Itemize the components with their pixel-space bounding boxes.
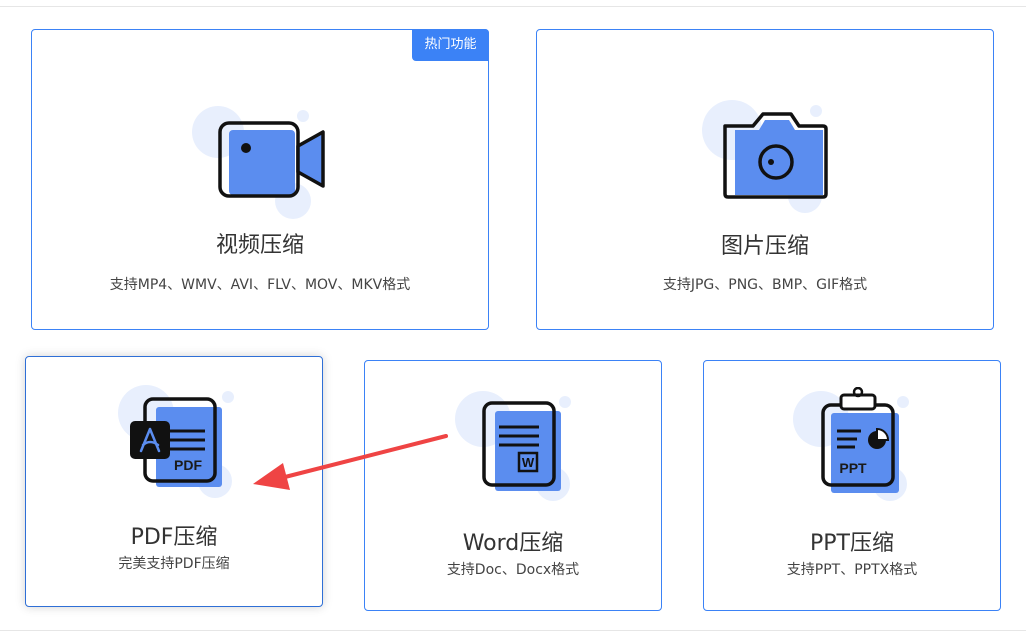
image-compress-desc: 支持JPG、PNG、BMP、GIF格式 — [662, 277, 868, 293]
video-compress-card[interactable]: 热门功能 视频压缩 支持MP4、WMV、AVI、FLV、MOV、MKV格式 — [31, 29, 489, 330]
pdf-compress-card[interactable]: PDF PDF压缩 完美支持PDF压缩 — [25, 356, 323, 607]
word-compress-desc: 支持Doc、Docx格式 — [446, 562, 580, 578]
ppt-compress-desc: 支持PPT、PPTX格式 — [786, 562, 918, 578]
pdf-file-icon: PDF — [118, 385, 234, 498]
video-camera-icon — [192, 106, 325, 219]
top-divider — [0, 6, 1026, 7]
hot-feature-badge: 热门功能 — [412, 29, 489, 61]
image-compress-title: 图片压缩 — [720, 234, 809, 259]
camera-icon — [702, 100, 828, 213]
video-compress-desc: 支持MP4、WMV、AVI、FLV、MOV、MKV格式 — [109, 277, 411, 293]
ppt-compress-title: PPT压缩 — [810, 531, 894, 556]
ppt-file-icon: PPT — [793, 387, 909, 501]
word-file-icon: W — [455, 391, 571, 501]
word-icon-label: W — [522, 455, 535, 470]
pdf-compress-desc: 完美支持PDF压缩 — [118, 556, 230, 572]
bottom-divider — [0, 630, 1026, 631]
pdf-compress-title: PDF压缩 — [130, 525, 218, 550]
ppt-compress-card[interactable]: PPT PPT压缩 支持PPT、PPTX格式 — [703, 360, 1001, 611]
pdf-icon-label: PDF — [174, 457, 202, 473]
image-compress-card[interactable]: 图片压缩 支持JPG、PNG、BMP、GIF格式 — [536, 29, 994, 330]
word-compress-title: Word压缩 — [462, 531, 564, 556]
video-compress-title: 视频压缩 — [215, 233, 304, 258]
word-compress-card[interactable]: W Word压缩 支持Doc、Docx格式 — [364, 360, 662, 611]
ppt-icon-label: PPT — [839, 460, 867, 476]
